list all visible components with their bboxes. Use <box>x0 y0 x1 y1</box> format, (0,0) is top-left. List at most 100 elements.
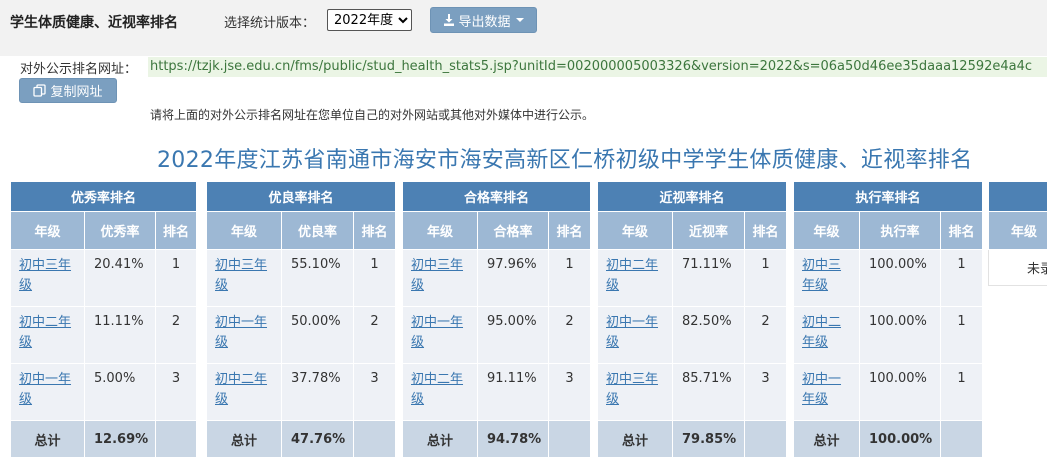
copy-url-button[interactable]: 复制网址 <box>19 78 117 103</box>
grade-link[interactable]: 初中二年级 <box>19 313 80 353</box>
column-header-rate: 执行率 <box>859 211 941 250</box>
rank-cell: 3 <box>743 363 788 421</box>
grade-cell: 初中二年级 <box>793 306 860 364</box>
grade-cell: 初中一年级 <box>206 306 282 364</box>
grade-link[interactable]: 初中二年级 <box>215 370 277 410</box>
export-data-label: 导出数据 <box>458 13 511 29</box>
rank-cell: 1 <box>939 363 984 421</box>
column-header-rank: 排名 <box>352 211 397 250</box>
table-row: 初中二年级 11.11% 2 <box>10 306 198 364</box>
column-header-rate: 合格率 <box>477 211 549 250</box>
total-label: 总计 <box>10 420 85 458</box>
rate-cell: 82.50% <box>672 306 745 364</box>
version-select[interactable]: 2022年度 <box>327 9 412 31</box>
rank-cell: 1 <box>939 249 984 307</box>
rate-cell: 100.00% <box>859 249 941 307</box>
table-row: 初中二年级 71.11% 1 <box>597 249 788 307</box>
total-value: 79.85% <box>672 420 745 458</box>
rate-cell: 85.71% <box>672 363 745 421</box>
grade-link[interactable]: 初中二年级 <box>411 370 473 410</box>
grade-link[interactable]: 初中三年级 <box>802 256 855 296</box>
grade-link[interactable]: 初中二年级 <box>606 256 668 296</box>
grade-link[interactable]: 初中三年级 <box>606 370 668 410</box>
table-row: 初中一年级 82.50% 2 <box>597 306 788 364</box>
column-header-rate: 优良率 <box>281 211 354 250</box>
grade-cell: 初中三年级 <box>402 249 478 307</box>
grade-link[interactable]: 初中一年级 <box>19 370 80 410</box>
public-url-hint: 请将上面的对外公示排名网址在您单位自己的对外网站或其他对外媒体中进行公示。 <box>150 108 595 122</box>
version-label: 选择统计版本： <box>224 16 316 31</box>
table-row: 未录 <box>988 249 1047 286</box>
rate-cell: 97.96% <box>477 249 549 307</box>
public-url-value[interactable]: https://tzjk.jse.edu.cn/fms/public/stud_… <box>148 57 1047 77</box>
ranking-table-partial: 年级 未录 <box>988 181 1047 286</box>
grade-link[interactable]: 初中二年级 <box>802 313 855 353</box>
table-row: 初中二年级 91.11% 3 <box>402 363 592 421</box>
column-header-grade: 年级 <box>206 211 282 250</box>
table-row: 初中三年级 55.10% 1 <box>206 249 397 307</box>
grade-link[interactable]: 初中一年级 <box>606 313 668 353</box>
grade-cell: 初中二年级 <box>597 249 673 307</box>
rank-cell: 1 <box>547 249 592 307</box>
column-header-grade: 年级 <box>793 211 860 250</box>
column-header-grade: 年级 <box>597 211 673 250</box>
grade-cell: 初中三年级 <box>597 363 673 421</box>
grade-cell: 初中三年级 <box>793 249 860 307</box>
rate-cell: 37.78% <box>281 363 354 421</box>
grade-link[interactable]: 初中三年级 <box>411 256 473 296</box>
grade-link[interactable]: 初中三年级 <box>19 256 80 296</box>
total-empty <box>743 420 788 458</box>
table-row: 初中三年级 85.71% 3 <box>597 363 788 421</box>
grade-cell: 初中一年级 <box>597 306 673 364</box>
grade-link[interactable]: 初中一年级 <box>215 313 277 353</box>
column-header-grade: 年级 <box>988 211 1047 250</box>
total-row: 总计 79.85% <box>597 420 788 458</box>
total-value: 94.78% <box>477 420 549 458</box>
total-empty <box>352 420 397 458</box>
grade-cell: 初中二年级 <box>206 363 282 421</box>
rate-cell: 50.00% <box>281 306 354 364</box>
grade-link[interactable]: 初中一年级 <box>802 370 855 410</box>
rank-cell: 2 <box>547 306 592 364</box>
ranking-table-execution: 执行率排名 年级 执行率 排名 初中三 年级 100.00% 1 初中二 年级 10… <box>792 181 984 458</box>
empty-cell: 未录 <box>988 249 1047 286</box>
table-caption <box>988 181 1047 212</box>
table-caption: 优秀率排名 <box>9 181 198 212</box>
grade-link[interactable]: 初中一年级 <box>411 313 473 353</box>
rank-cell: 1 <box>939 306 984 364</box>
rank-cell: 2 <box>352 306 397 364</box>
ranking-table-good: 优良率排名 年级 优良率 排名 初中三年级 55.10% 1 初中一年级 50.… <box>205 181 397 458</box>
table-row: 初中一 年级 100.00% 1 <box>793 363 984 421</box>
grade-link[interactable]: 初中三年级 <box>215 256 277 296</box>
column-header-rank: 排名 <box>939 211 984 250</box>
rank-cell: 3 <box>154 363 198 421</box>
ranking-table-excellent: 优秀率排名 年级 优秀率 排名 初中三年级 20.41% 1 初中二年级 11.… <box>9 181 198 458</box>
table-row: 初中一年级 50.00% 2 <box>206 306 397 364</box>
total-value: 100.00% <box>859 420 941 458</box>
rate-cell: 55.10% <box>281 249 354 307</box>
column-header-grade: 年级 <box>402 211 478 250</box>
app-title: 学生体质健康、近视率排名 <box>10 15 178 31</box>
rank-cell: 2 <box>743 306 788 364</box>
rate-cell: 5.00% <box>84 363 156 421</box>
public-url-label: 对外公示排名网址： <box>20 62 138 77</box>
download-icon <box>444 14 455 26</box>
top-toolbar: 学生体质健康、近视率排名 选择统计版本： 2022年度 导出数据 <box>0 0 1047 56</box>
column-header-rank: 排名 <box>547 211 592 250</box>
rate-cell: 11.11% <box>84 306 156 364</box>
table-caption: 近视率排名 <box>596 181 788 212</box>
total-label: 总计 <box>597 420 673 458</box>
table-row: 初中三年级 97.96% 1 <box>402 249 592 307</box>
table-row: 初中二 年级 100.00% 1 <box>793 306 984 364</box>
rank-cell: 1 <box>743 249 788 307</box>
export-data-button[interactable]: 导出数据 <box>430 7 537 33</box>
total-label: 总计 <box>402 420 478 458</box>
page-title: 2022年度江苏省南通市海安市海安高新区仁桥初级中学学生体质健康、近视率排名 <box>157 148 973 173</box>
total-empty <box>154 420 198 458</box>
total-value: 12.69% <box>84 420 156 458</box>
rate-cell: 20.41% <box>84 249 156 307</box>
column-header-rank: 排名 <box>154 211 198 250</box>
copy-url-label: 复制网址 <box>50 84 103 99</box>
ranking-table-myopia: 近视率排名 年级 近视率 排名 初中二年级 71.11% 1 初中一年级 82.… <box>596 181 788 458</box>
total-empty <box>547 420 592 458</box>
